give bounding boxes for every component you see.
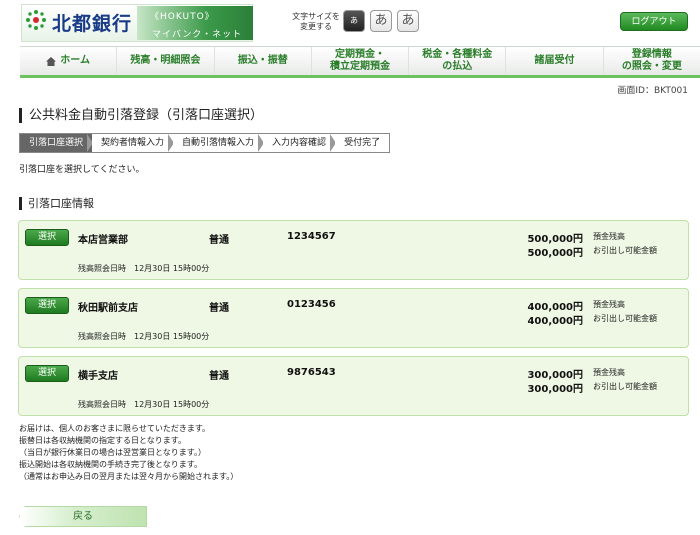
nav-item-time-deposit[interactable]: 定期預金・ 積立定期預金 [312, 47, 410, 75]
nav-item-applications[interactable]: 諸届受付 [506, 47, 604, 75]
logo-hokuto: 《HOKUTO》 [150, 12, 215, 22]
nav-item-tax-payment-label: 税金・各種料金 の払込 [422, 49, 493, 72]
screen-id: 画面ID：BKT001 [617, 86, 688, 96]
nav-item-time-deposit-label: 定期預金・ 積立定期預金 [329, 49, 390, 72]
note-line: （当日が銀行休業日の場合は翌営業日となります。） [19, 448, 206, 457]
branch-name: 秋田駅前支店 [78, 303, 138, 314]
step-3: 自動引落情報入力 [173, 134, 265, 152]
nav-item-tax-payment[interactable]: 税金・各種料金 の払込 [409, 47, 507, 75]
header: 北都銀行 《HOKUTO》 マイバンク・ネット 文字サイズを変更する あ あ あ… [0, 0, 700, 46]
font-size-small-button[interactable]: あ [343, 10, 365, 32]
nav-item-applications-label: 諸届受付 [534, 55, 575, 66]
inquiry-datetime: 残高照会日時 12月30日 15時00分 [78, 264, 210, 273]
branch-name: 本店営業部 [78, 235, 128, 246]
nav-item-registration[interactable]: 登録情報 の照会・変更 [604, 47, 700, 75]
account-number: 9876543 [287, 367, 336, 378]
back-button[interactable]: 戻る [19, 506, 147, 527]
nav-item-transfer-label: 振込・振替 [237, 55, 288, 66]
step-5: 受付完了 [335, 134, 390, 152]
balance-label: 預金残高 [593, 300, 625, 309]
inquiry-datetime: 残高照会日時 12月30日 15時00分 [78, 332, 210, 341]
account-number: 0123456 [287, 299, 336, 310]
available-amount: 400,000円 [527, 316, 583, 327]
balance-amount: 500,000円 [527, 234, 583, 245]
note-line: （通常はお申込み日の翌月または翌々月から開始されます。） [19, 472, 239, 481]
available-label: お引出し可能金額 [593, 382, 657, 391]
nav-item-home-label: ホーム [60, 55, 90, 66]
home-icon [46, 56, 57, 66]
nav-item-transfer[interactable]: 振込・振替 [215, 47, 312, 75]
step-1: 引落口座選択 [20, 134, 94, 152]
account-card: 選択 秋田駅前支店 普通 0123456 400,000円 預金残高 400,0… [18, 288, 689, 348]
inquiry-datetime: 残高照会日時 12月30日 15時00分 [78, 400, 210, 409]
account-card: 選択 横手支店 普通 9876543 300,000円 預金残高 300,000… [18, 356, 689, 416]
available-amount: 500,000円 [527, 248, 583, 259]
progress-steps: 引落口座選択 契約者情報入力 自動引落情報入力 入力内容確認 受付完了 [19, 133, 391, 153]
font-size-label: 文字サイズを変更する [292, 12, 340, 31]
font-size-large-button[interactable]: あ [397, 10, 419, 32]
available-label: お引出し可能金額 [593, 246, 657, 255]
font-size-medium-button[interactable]: あ [370, 10, 392, 32]
account-number: 1234567 [287, 231, 336, 242]
balance-amount: 300,000円 [527, 370, 583, 381]
select-button[interactable]: 選択 [25, 297, 69, 314]
note-line: 振替日は各収納機関の指定する日となります。 [19, 436, 186, 445]
account-card: 選択 本店営業部 普通 1234567 500,000円 預金残高 500,00… [18, 220, 689, 280]
account-type: 普通 [209, 235, 229, 246]
nav-item-balance[interactable]: 残高・明細照会 [117, 47, 215, 75]
account-type: 普通 [209, 371, 229, 382]
nav-item-balance-label: 残高・明細照会 [130, 55, 201, 66]
logout-button[interactable]: ログアウト [620, 12, 688, 31]
account-type: 普通 [209, 303, 229, 314]
nav-item-registration-label: 登録情報 の照会・変更 [621, 49, 682, 72]
available-amount: 300,000円 [527, 384, 583, 395]
main-nav: ホーム 残高・明細照会 振込・振替 定期預金・ 積立定期預金 税金・各種料金 の… [20, 46, 700, 78]
nav-item-home[interactable]: ホーム [20, 47, 118, 75]
page-title: 公共料金自動引落登録（引落口座選択） [19, 108, 263, 123]
select-button[interactable]: 選択 [25, 365, 69, 382]
branch-name: 横手支店 [78, 371, 118, 382]
note-line: お届けは、個人のお客さまに限らせていただきます。 [19, 424, 211, 433]
logo-subtitle: マイバンク・ネット [152, 30, 243, 40]
step-4: 入力内容確認 [263, 134, 337, 152]
note-line: 振込開始は各収納機関の手続き完了後となります。 [19, 460, 202, 469]
available-label: お引出し可能金額 [593, 314, 657, 323]
bank-name: 北都銀行 [52, 13, 133, 35]
notes: お届けは、個人のお客さまに限らせていただきます。 振替日は各収納機関の指定する日… [19, 423, 238, 483]
select-button[interactable]: 選択 [25, 229, 69, 246]
bank-logo[interactable]: 北都銀行 《HOKUTO》 マイバンク・ネット [21, 4, 253, 42]
section-title: 引落口座情報 [19, 197, 94, 210]
balance-label: 預金残高 [593, 368, 625, 377]
balance-label: 預金残高 [593, 232, 625, 241]
instruction-text: 引落口座を選択してください。 [19, 165, 145, 175]
step-2: 契約者情報入力 [92, 134, 175, 152]
balance-amount: 400,000円 [527, 302, 583, 313]
logo-mark-icon [26, 10, 46, 30]
